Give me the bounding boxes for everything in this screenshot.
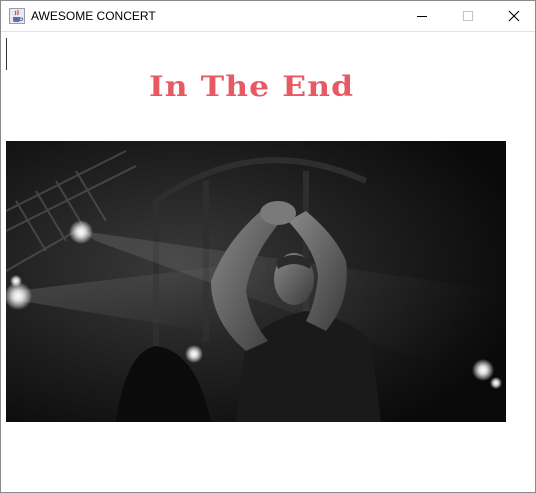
concert-photo-image: [6, 141, 506, 422]
maximize-button[interactable]: [445, 1, 491, 31]
app-window: AWESOME CONCERT In The End: [0, 0, 536, 493]
window-title: AWESOME CONCERT: [31, 9, 156, 23]
maximize-icon: [463, 11, 473, 21]
close-icon: [508, 10, 520, 22]
close-button[interactable]: [491, 1, 536, 31]
song-title: In The End: [149, 70, 355, 103]
minimize-button[interactable]: [399, 1, 445, 31]
title-bar[interactable]: AWESOME CONCERT: [1, 1, 535, 32]
minimize-icon: [417, 16, 427, 17]
content-panel: In The End: [1, 32, 535, 492]
concert-photo: [6, 141, 506, 422]
java-cup-icon[interactable]: [9, 8, 25, 24]
text-caret[interactable]: [6, 38, 7, 70]
